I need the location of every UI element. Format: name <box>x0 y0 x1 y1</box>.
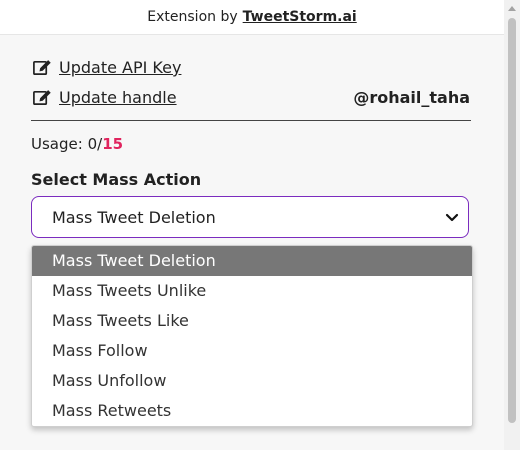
update-handle-label[interactable]: Update handle <box>59 88 177 107</box>
divider <box>31 120 471 121</box>
option-mass-tweet-deletion[interactable]: Mass Tweet Deletion <box>32 246 472 276</box>
usage-label: Usage: <box>31 135 83 153</box>
option-mass-tweets-like[interactable]: Mass Tweets Like <box>32 306 472 336</box>
brand-link[interactable]: TweetStorm.ai <box>243 9 357 25</box>
edit-icon <box>33 60 51 76</box>
edit-icon <box>33 90 51 106</box>
usage-used: 0/ <box>87 135 103 153</box>
header-prefix: Extension by <box>147 9 238 25</box>
mass-action-options-list: Mass Tweet Deletion Mass Tweets Unlike M… <box>31 245 473 427</box>
selected-value: Mass Tweet Deletion <box>52 207 216 227</box>
scrollbar-thumb[interactable] <box>508 18 516 423</box>
update-api-key-label[interactable]: Update API Key <box>59 58 181 77</box>
option-mass-retweets[interactable]: Mass Retweets <box>32 396 472 426</box>
option-mass-follow[interactable]: Mass Follow <box>32 336 472 366</box>
chevron-down-icon <box>445 213 459 222</box>
usage-counter: Usage: 0/15 <box>31 135 123 153</box>
option-mass-tweets-unlike[interactable]: Mass Tweets Unlike <box>32 276 472 306</box>
scroll-up-arrow-icon[interactable] <box>508 6 516 11</box>
option-mass-unfollow[interactable]: Mass Unfollow <box>32 366 472 396</box>
update-api-key-link[interactable]: Update API Key <box>32 58 181 77</box>
section-title: Select Mass Action <box>31 170 202 189</box>
mass-action-select[interactable]: Mass Tweet Deletion <box>31 196 469 238</box>
user-handle: @rohail_taha <box>353 88 470 107</box>
update-handle-link[interactable]: Update handle <box>32 88 177 107</box>
scrollbar[interactable] <box>504 0 520 450</box>
usage-limit: 15 <box>102 135 124 153</box>
extension-header: Extension by TweetStorm.ai <box>0 0 504 35</box>
